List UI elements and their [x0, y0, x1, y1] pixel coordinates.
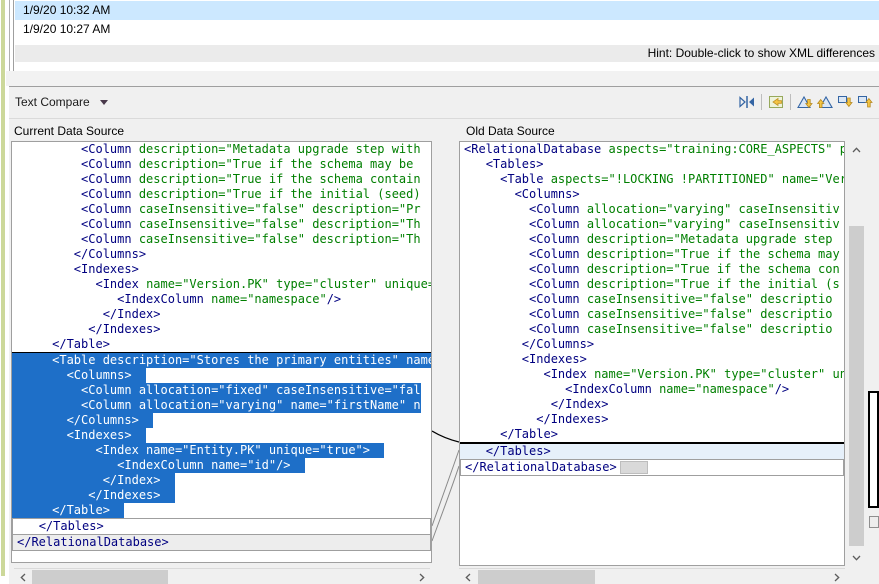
right-editor[interactable]: <RelationalDatabase aspects="training:CO… — [459, 141, 845, 566]
code-line-selected: </Table> — [12, 503, 431, 518]
history-list: 1/9/20 10:32 AM 1/9/20 10:27 AM Hint: Do… — [13, 0, 879, 72]
compare-editor-screen: 1/9/20 10:32 AM 1/9/20 10:27 AM Hint: Do… — [0, 0, 879, 584]
scroll-left-arrow-icon[interactable] — [14, 569, 31, 584]
code-line: <Column description="Metadata upgrade st… — [460, 232, 844, 247]
code-line-selected: <Column allocation="varying" name="first… — [12, 398, 431, 413]
hint-text: Hint: Double-click to show XML differenc… — [15, 45, 879, 62]
go-to-previous-difference-icon[interactable] — [815, 92, 835, 112]
code-line: <Column description="True if the schema … — [12, 157, 431, 172]
code-line-selected: <IndexColumn name="id"/> — [12, 458, 431, 473]
left-horizontal-scrollbar-thumb[interactable] — [32, 570, 168, 584]
code-line-selected: <Table description="Stores the primary e… — [12, 353, 431, 368]
code-line: <Columns> — [460, 187, 844, 202]
code-line: </Index> — [12, 307, 431, 322]
code-line: <Column description="True if the schema … — [460, 247, 844, 262]
code-line: </Table> — [12, 337, 431, 352]
left-horizontal-scrollbar[interactable] — [14, 568, 430, 584]
code-line: </Index> — [460, 397, 844, 412]
copy-all-from-right-to-left-icon[interactable] — [766, 92, 786, 112]
code-line-selected: </Index> — [12, 473, 431, 488]
history-row-selected[interactable]: 1/9/20 10:32 AM — [15, 1, 879, 20]
code-line: <Indexes> — [460, 352, 844, 367]
code-line: </Indexes> — [12, 322, 431, 337]
scroll-left-arrow-icon[interactable] — [459, 569, 476, 584]
code-line: <Column description="True if the schema … — [12, 172, 431, 187]
diff-marker[interactable] — [869, 516, 879, 528]
go-to-previous-change-icon[interactable] — [855, 92, 875, 112]
right-tables-close-row: </Tables> — [460, 444, 844, 460]
code-line-selected: <Columns> — [12, 368, 431, 383]
right-reldb-close-row: </RelationalDatabase> — [460, 459, 844, 476]
history-row[interactable]: 1/9/20 10:27 AM — [15, 20, 879, 39]
go-to-next-difference-icon[interactable] — [795, 92, 815, 112]
toolbar-separator — [790, 94, 791, 110]
window-edge-strip — [1, 0, 5, 576]
code-line: <Column description="True if the initial… — [12, 187, 431, 202]
left-reldb-close-row: </RelationalDatabase> — [12, 534, 431, 551]
code-line: <RelationalDatabase aspects="training:CO… — [460, 142, 844, 157]
dropdown-caret-icon — [100, 100, 108, 105]
code-line: <Column caseInsensitive="false" descript… — [460, 307, 844, 322]
right-horizontal-scrollbar-thumb[interactable] — [478, 570, 595, 584]
left-selected-block: <Table description="Stores the primary e… — [12, 352, 431, 519]
right-horizontal-scrollbar[interactable] — [459, 568, 845, 584]
right-pane-title: Old Data Source — [466, 124, 555, 138]
change-box — [620, 461, 648, 474]
code-line: <IndexColumn name="namespace"/> — [460, 382, 844, 397]
toolbar-separator — [761, 94, 762, 110]
code-line-selected: <Index name="Entity.PK" unique="true"> — [12, 443, 431, 458]
left-code-before: <Column description="Metadata upgrade st… — [12, 142, 431, 352]
current-diff-marker[interactable] — [868, 391, 879, 508]
code-line: <Column allocation="varying" caseInsensi… — [460, 217, 844, 232]
code-line-selected: <Column allocation="fixed" caseInsensiti… — [12, 383, 431, 398]
code-line: <IndexColumn name="namespace"/> — [12, 292, 431, 307]
code-line: <Column caseInsensitive="false" descript… — [460, 292, 844, 307]
code-line: <Index name="Version.PK" type="cluster" … — [12, 277, 431, 292]
compare-toolbar: Text Compare — [9, 87, 879, 119]
code-line: <Table aspects="!LOCKING !PARTITIONED" n… — [460, 172, 844, 187]
diff-connector-lines — [432, 141, 459, 566]
text-compare-label: Text Compare — [15, 95, 90, 109]
code-line: <Column caseInsensitive="false" descript… — [460, 322, 844, 337]
vertical-scrollbar-thumb[interactable] — [849, 226, 864, 546]
code-line: <Column caseInsensitive="false" descript… — [12, 232, 431, 247]
code-line: <Column allocation="varying" caseInsensi… — [460, 202, 844, 217]
overview-ruler[interactable] — [867, 141, 879, 566]
code-line: </Indexes> — [460, 412, 844, 427]
code-line-selected: </Columns> — [12, 413, 431, 428]
left-editor[interactable]: <Column description="Metadata upgrade st… — [11, 141, 432, 563]
go-to-next-change-icon[interactable] — [835, 92, 855, 112]
left-pane-title: Current Data Source — [14, 124, 124, 138]
scroll-down-arrow-icon[interactable] — [848, 549, 865, 566]
code-line: </Columns> — [460, 337, 844, 352]
text-compare-dropdown[interactable]: Text Compare — [15, 95, 108, 109]
code-line: <Column description="True if the initial… — [460, 277, 844, 292]
code-line: </Columns> — [12, 247, 431, 262]
text-compare-viewer: Text Compare Current Data Source Old Dat… — [9, 86, 879, 584]
code-line: <Indexes> — [12, 262, 431, 277]
code-line: <Column caseInsensitive="false" descript… — [12, 217, 431, 232]
code-line: <Column description="Metadata upgrade st… — [12, 142, 431, 157]
code-line: <Column caseInsensitive="false" descript… — [12, 202, 431, 217]
code-line: <Index name="Version.PK" type="cluster" … — [460, 367, 844, 382]
scroll-right-arrow-icon[interactable] — [828, 569, 845, 584]
panel-gap — [6, 71, 879, 86]
code-line: </Table> — [460, 427, 844, 442]
left-tables-close-row: </Tables> — [12, 518, 431, 535]
code-line: <Column description="True if the schema … — [460, 262, 844, 277]
right-code-lines: <RelationalDatabase aspects="training:CO… — [460, 142, 844, 442]
code-line: <Tables> — [460, 157, 844, 172]
swap-left-and-right-icon[interactable] — [737, 92, 757, 112]
toolbar-icon-group — [737, 92, 875, 112]
code-line-selected: </Indexes> — [12, 488, 431, 503]
scroll-up-arrow-icon[interactable] — [848, 141, 865, 158]
scroll-right-arrow-icon[interactable] — [413, 569, 430, 584]
code-line-selected: <Indexes> — [12, 428, 431, 443]
vertical-scrollbar[interactable] — [848, 141, 865, 566]
